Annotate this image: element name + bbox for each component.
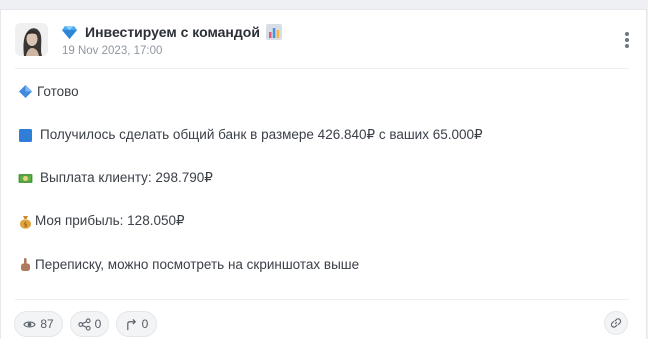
views-count: 87 bbox=[40, 317, 54, 331]
post-line-3: Выплата клиенту: 298.790₽ bbox=[18, 170, 213, 186]
views-counter[interactable]: 87 bbox=[14, 311, 63, 337]
post-line-1: Готово bbox=[18, 84, 79, 99]
share-button[interactable]: 0 bbox=[70, 311, 109, 337]
gem-icon bbox=[62, 25, 77, 39]
forwards-count: 0 bbox=[141, 317, 149, 331]
money-bag-icon: $ bbox=[20, 215, 31, 229]
post-card: Инвестируем с командой 19 Nov 2023, 17:0… bbox=[0, 9, 647, 339]
bar-chart-icon bbox=[265, 24, 282, 40]
copy-link-button[interactable] bbox=[604, 311, 628, 335]
post-line-text: Получилось сделать общий банк в размере … bbox=[40, 127, 483, 142]
shares-count: 0 bbox=[94, 317, 102, 331]
more-options-icon[interactable] bbox=[621, 32, 633, 52]
footer-divider bbox=[15, 299, 629, 300]
blue-square-icon bbox=[19, 128, 32, 142]
post-line-text: Выплата клиенту: 298.790₽ bbox=[40, 170, 213, 185]
blue-diamond-icon bbox=[19, 85, 32, 98]
link-icon bbox=[610, 318, 622, 328]
forward-arrow-icon bbox=[126, 318, 136, 330]
post-date: 19 Nov 2023, 17:00 bbox=[62, 45, 163, 57]
eye-icon bbox=[23, 321, 37, 327]
forward-button[interactable]: 0 bbox=[116, 311, 157, 337]
avatar-portrait-icon bbox=[15, 23, 48, 56]
post-line-text: Моя прибыль: 128.050₽ bbox=[35, 213, 185, 228]
post-line-text: Готово bbox=[37, 84, 79, 99]
post-line-4: $ Моя прибыль: 128.050₽ bbox=[18, 213, 185, 229]
channel-title[interactable]: Инвестируем с командой bbox=[85, 24, 260, 40]
post-line-text: Переписку, можно посмотреть на скриншота… bbox=[35, 257, 360, 272]
post-line-5: Переписку, можно посмотреть на скриншота… bbox=[18, 257, 359, 272]
channel-avatar[interactable] bbox=[15, 23, 48, 56]
money-banknote-icon bbox=[18, 173, 33, 183]
svg-text:$: $ bbox=[24, 221, 28, 228]
header-divider bbox=[15, 68, 629, 69]
share-icon bbox=[78, 317, 91, 331]
post-line-2: Получилось сделать общий банк в размере … bbox=[18, 127, 483, 143]
post-header: Инвестируем с командой bbox=[62, 24, 282, 40]
pointing-hand-icon bbox=[21, 258, 30, 271]
